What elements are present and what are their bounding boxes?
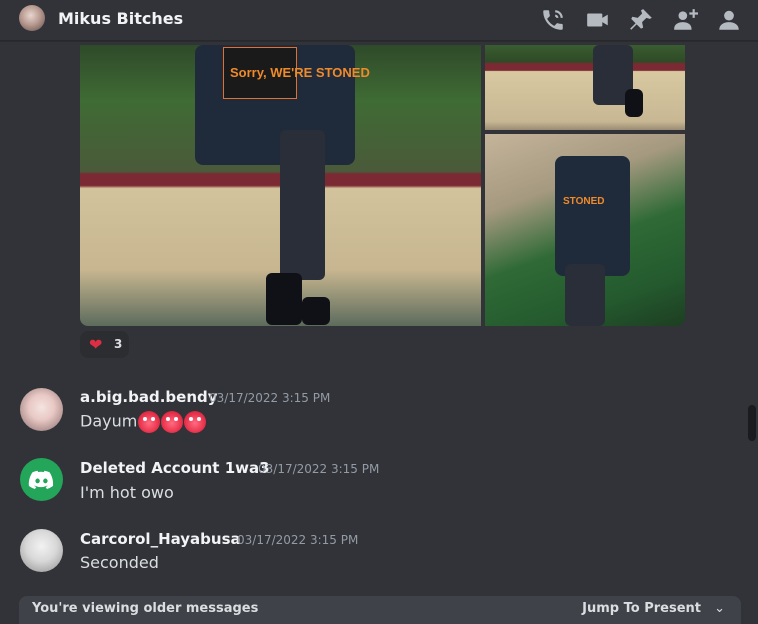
message: Deleted Account 1wa3 03/17/2022 3:15 PM … bbox=[0, 458, 740, 518]
hoodie-print-text: Sorry, WE'RE STONED bbox=[230, 65, 370, 80]
add-member-icon[interactable] bbox=[672, 7, 698, 33]
shoe-right bbox=[302, 297, 330, 325]
attachment-image-bottom-right[interactable]: STONED bbox=[485, 134, 685, 326]
reaction-count: 3 bbox=[114, 337, 123, 351]
message: a.big.bad.bendy 03/17/2022 3:15 PM Dayum bbox=[0, 386, 740, 446]
older-messages-bar: You're viewing older messages Jump To Pr… bbox=[19, 596, 741, 624]
reaction-heart[interactable]: ❤ 3 bbox=[80, 331, 129, 358]
message-content: Dayum bbox=[80, 411, 207, 433]
message-timestamp: 03/17/2022 3:15 PM bbox=[258, 462, 380, 476]
message-username[interactable]: Deleted Account 1wa3 bbox=[80, 459, 270, 477]
chevron-down-icon[interactable]: ⌄ bbox=[714, 601, 725, 616]
channel-title: Mikus Bitches bbox=[58, 9, 184, 28]
legs bbox=[280, 130, 325, 280]
message-content: I'm hot owo bbox=[80, 483, 174, 502]
message: Carcorol_Hayabusa 03/17/2022 3:15 PM Sec… bbox=[0, 529, 740, 589]
user-avatar[interactable] bbox=[20, 388, 63, 431]
message-text: Dayum bbox=[80, 411, 138, 431]
member-list-icon[interactable] bbox=[716, 7, 742, 33]
hoodie-figure-small bbox=[555, 156, 630, 276]
voice-call-icon[interactable] bbox=[540, 7, 566, 33]
group-avatar[interactable] bbox=[19, 5, 45, 31]
older-messages-text: You're viewing older messages bbox=[32, 601, 259, 616]
scrollbar-thumb[interactable] bbox=[748, 405, 756, 441]
pig-emoji-icon bbox=[161, 411, 184, 433]
jump-to-present-button[interactable]: Jump To Present bbox=[582, 601, 701, 616]
video-icon[interactable] bbox=[585, 7, 611, 33]
discord-logo-avatar[interactable] bbox=[20, 458, 63, 501]
legs-small-2 bbox=[565, 264, 605, 326]
message-timestamp: 03/17/2022 3:15 PM bbox=[209, 391, 331, 405]
attachment-image-main[interactable]: Sorry, WE'RE STONED bbox=[80, 45, 481, 326]
pig-emoji-icon bbox=[184, 411, 207, 433]
pig-emoji-icon bbox=[138, 411, 161, 433]
user-avatar[interactable] bbox=[20, 529, 63, 572]
shoe-small bbox=[625, 89, 643, 117]
message-timestamp: 03/17/2022 3:15 PM bbox=[237, 533, 359, 547]
message-username[interactable]: Carcorol_Hayabusa bbox=[80, 530, 241, 548]
heart-icon: ❤ bbox=[89, 335, 103, 354]
shoe-left bbox=[266, 273, 302, 325]
attachment-image-top-right[interactable] bbox=[485, 45, 685, 130]
hoodie-print-text-small: STONED bbox=[563, 196, 605, 207]
message-content: Seconded bbox=[80, 553, 159, 572]
pin-icon[interactable] bbox=[628, 7, 654, 33]
channel-header: Mikus Bitches bbox=[0, 0, 758, 41]
message-username[interactable]: a.big.bad.bendy bbox=[80, 388, 218, 406]
